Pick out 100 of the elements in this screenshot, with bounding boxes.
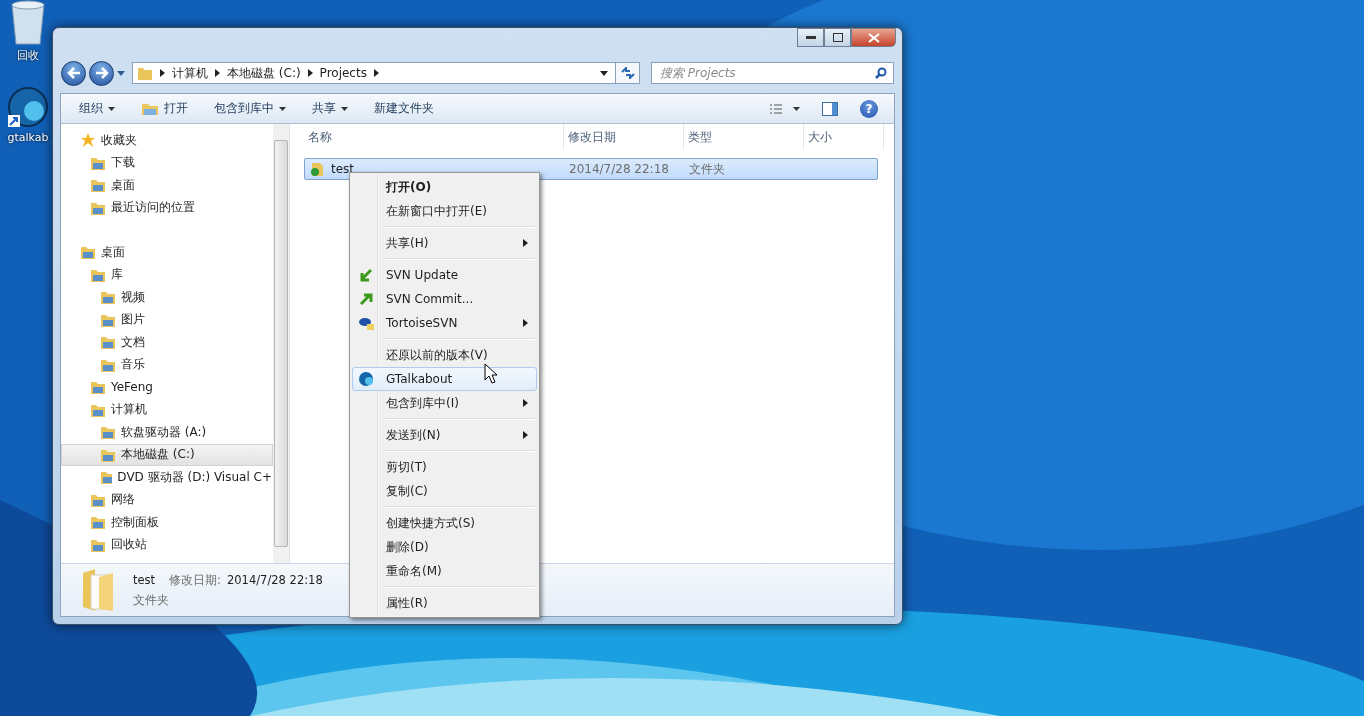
toolbar-button[interactable]: 包含到库中 [204,97,296,120]
minimize-button[interactable] [797,28,824,47]
folder-icon [141,101,159,116]
tree-item[interactable]: 最近访问的位置 [61,196,273,219]
preview-pane-icon [822,101,838,116]
submenu-arrow-icon [523,319,528,327]
tree-item[interactable]: 计算机 [61,398,273,421]
toolbar-button[interactable]: 共享 [302,97,358,120]
folder-icon [90,177,106,194]
tree-item[interactable]: 库 [61,263,273,286]
column-header[interactable]: 名称 [304,124,564,150]
menu-item[interactable]: 删除(D) [352,535,537,559]
chevron-icon[interactable] [215,69,220,77]
chevron-icon[interactable] [160,69,165,77]
forward-arrow-icon [94,67,109,79]
recycle-bin-icon[interactable] [8,0,48,46]
folder-icon [80,244,96,261]
menu-item[interactable]: 在新窗口中打开(E) [352,199,537,223]
folder-icon [309,161,325,177]
menu-item[interactable]: 包含到库中(I) [352,391,537,415]
folder-icon [100,469,113,486]
tree-item[interactable]: YeFeng [61,376,273,399]
menu-item[interactable]: 还原以前的版本(V) [352,343,537,367]
minimize-icon [805,35,816,40]
menu-item[interactable]: 属性(R) [352,591,537,615]
desktop-icon-label[interactable]: gtalkab [7,131,49,144]
toolbar-button[interactable]: 打开 [131,97,198,120]
caret-icon [279,106,286,111]
menu-item[interactable]: 发送到(N) [352,423,537,447]
date-label: 修改日期: [169,572,221,588]
folder-icon [81,567,115,613]
dropdown-icon[interactable] [600,70,608,76]
tree-item[interactable]: 网络 [61,488,273,511]
search-icon [875,67,887,79]
tree-item[interactable]: 桌面 [61,174,273,197]
folder-icon [90,379,106,396]
folder-icon [90,514,106,531]
close-icon [867,32,880,43]
refresh-icon [620,67,635,79]
cursor-icon [484,363,497,384]
caret-icon [341,106,348,111]
menu-item[interactable]: 创建快捷方式(S) [352,511,537,535]
caret-icon [108,106,115,111]
folder-icon [100,334,116,351]
organize-button[interactable]: 组织 [69,97,125,120]
chevron-icon[interactable] [373,69,379,77]
menu-item[interactable]: SVN Commit... [352,287,537,311]
list-view-icon [770,103,800,114]
folder-icon [137,65,153,81]
column-header[interactable]: 修改日期 [564,124,684,150]
submenu-arrow-icon [523,239,528,247]
menu-item[interactable]: 剪切(T) [352,455,537,479]
tree-item[interactable]: 桌面 [61,241,273,264]
menu-item[interactable]: SVN Update [352,263,537,287]
toolbar-button[interactable]: 新建文件夹 [364,97,444,120]
tree-item[interactable]: 下载 [61,151,273,174]
menu-item[interactable]: 复制(C) [352,479,537,503]
tree-item[interactable]: 收藏夹 [61,129,273,152]
submenu-arrow-icon [523,399,528,407]
file-type: 文件夹 [133,592,170,608]
tree-item[interactable]: 文档 [61,331,273,354]
back-arrow-icon [66,67,81,79]
address-bar[interactable]: 计算机 本地磁盘 (C:) Projects [132,62,640,84]
date-value: 2014/7/28 22:18 [226,572,323,588]
tree-item[interactable]: 本地磁盘 (C:) [61,443,273,466]
tree-item[interactable]: 回收站 [61,533,273,556]
file-name: test [133,572,156,588]
tree-item[interactable]: 控制面板 [61,511,273,534]
forward-button[interactable] [89,60,114,86]
breadcrumb-item[interactable]: 计算机 [172,64,208,82]
desktop-icon-label[interactable]: 回收 [17,48,39,63]
chevron-icon[interactable] [307,69,313,77]
close-button[interactable] [851,28,896,47]
arrow-icon [359,292,373,306]
arrow-icon [359,268,373,282]
column-header[interactable]: 类型 [684,124,804,150]
tree-item[interactable]: 图片 [61,308,273,331]
globe-icon [358,371,374,387]
maximize-icon [832,33,843,42]
column-header[interactable]: 大小 [804,124,884,150]
breadcrumb-item[interactable]: 本地磁盘 (C:) [227,64,301,82]
globe-icon[interactable] [6,85,50,129]
tree-item[interactable]: 音乐 [61,353,273,376]
tree-item[interactable]: DVD 驱动器 (D:) Visual C+ [61,466,273,489]
refresh-button[interactable] [615,63,639,83]
breadcrumb-item[interactable]: Projects [319,66,367,80]
search-field[interactable]: 搜索 Projects [651,62,894,84]
menu-item[interactable]: TortoiseSVN [352,311,537,335]
scrollbar[interactable] [273,124,289,563]
submenu-arrow-icon [523,431,528,439]
menu-item[interactable]: 重命名(M) [352,559,537,583]
folder-icon [100,424,116,441]
tree-item[interactable]: 视频 [61,286,273,309]
table-cell-text: 2014/7/28 22:18 [568,162,670,176]
maximize-button[interactable] [824,28,851,47]
menu-item[interactable]: 共享(H) [352,231,537,255]
file-name: test [331,162,355,176]
tree-item[interactable]: 软盘驱动器 (A:) [61,421,273,444]
menu-item[interactable]: GTalkabout [352,367,537,391]
back-button[interactable] [61,60,86,86]
